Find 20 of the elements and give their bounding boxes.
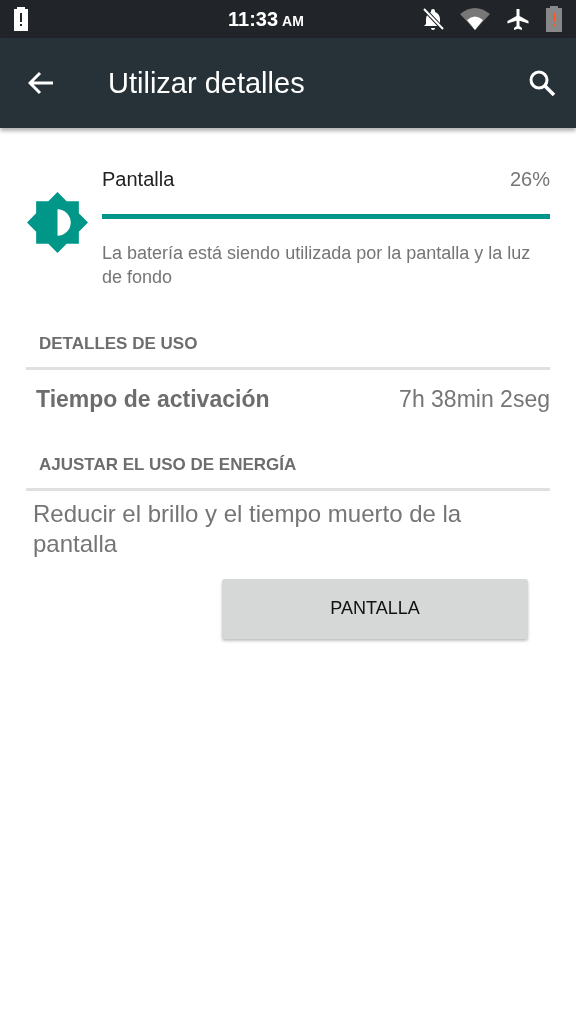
usage-description: La batería está siendo utilizada por la pantalla y la luz de fondo <box>102 242 532 289</box>
display-settings-button[interactable]: PANTALLA <box>222 578 528 639</box>
battery-alert-icon <box>14 7 28 31</box>
section-header: DETALLES DE USO <box>26 319 550 370</box>
detail-value: 7h 38min 2seg <box>399 384 550 414</box>
back-arrow-icon[interactable] <box>28 71 54 95</box>
usage-name: Pantalla <box>102 167 175 192</box>
screen-title: Utilizar detalles <box>108 65 306 101</box>
detail-label: Tiempo de activación <box>36 384 270 414</box>
section-header: AJUSTAR EL USO DE ENERGÍA <box>26 440 550 491</box>
battery-low-icon <box>546 6 562 32</box>
wifi-icon <box>460 8 490 30</box>
clock-time: 11:33 <box>228 7 279 32</box>
brightness-icon <box>27 192 88 253</box>
airplane-icon <box>506 7 530 31</box>
usage-percent: 26% <box>509 167 550 192</box>
action-description: Reducir el brillo y el tiempo muerto de la pantalla <box>32 498 463 559</box>
notifications-off-icon <box>422 7 444 31</box>
clock-am-pm: AM <box>282 12 304 31</box>
search-icon[interactable] <box>528 69 556 97</box>
